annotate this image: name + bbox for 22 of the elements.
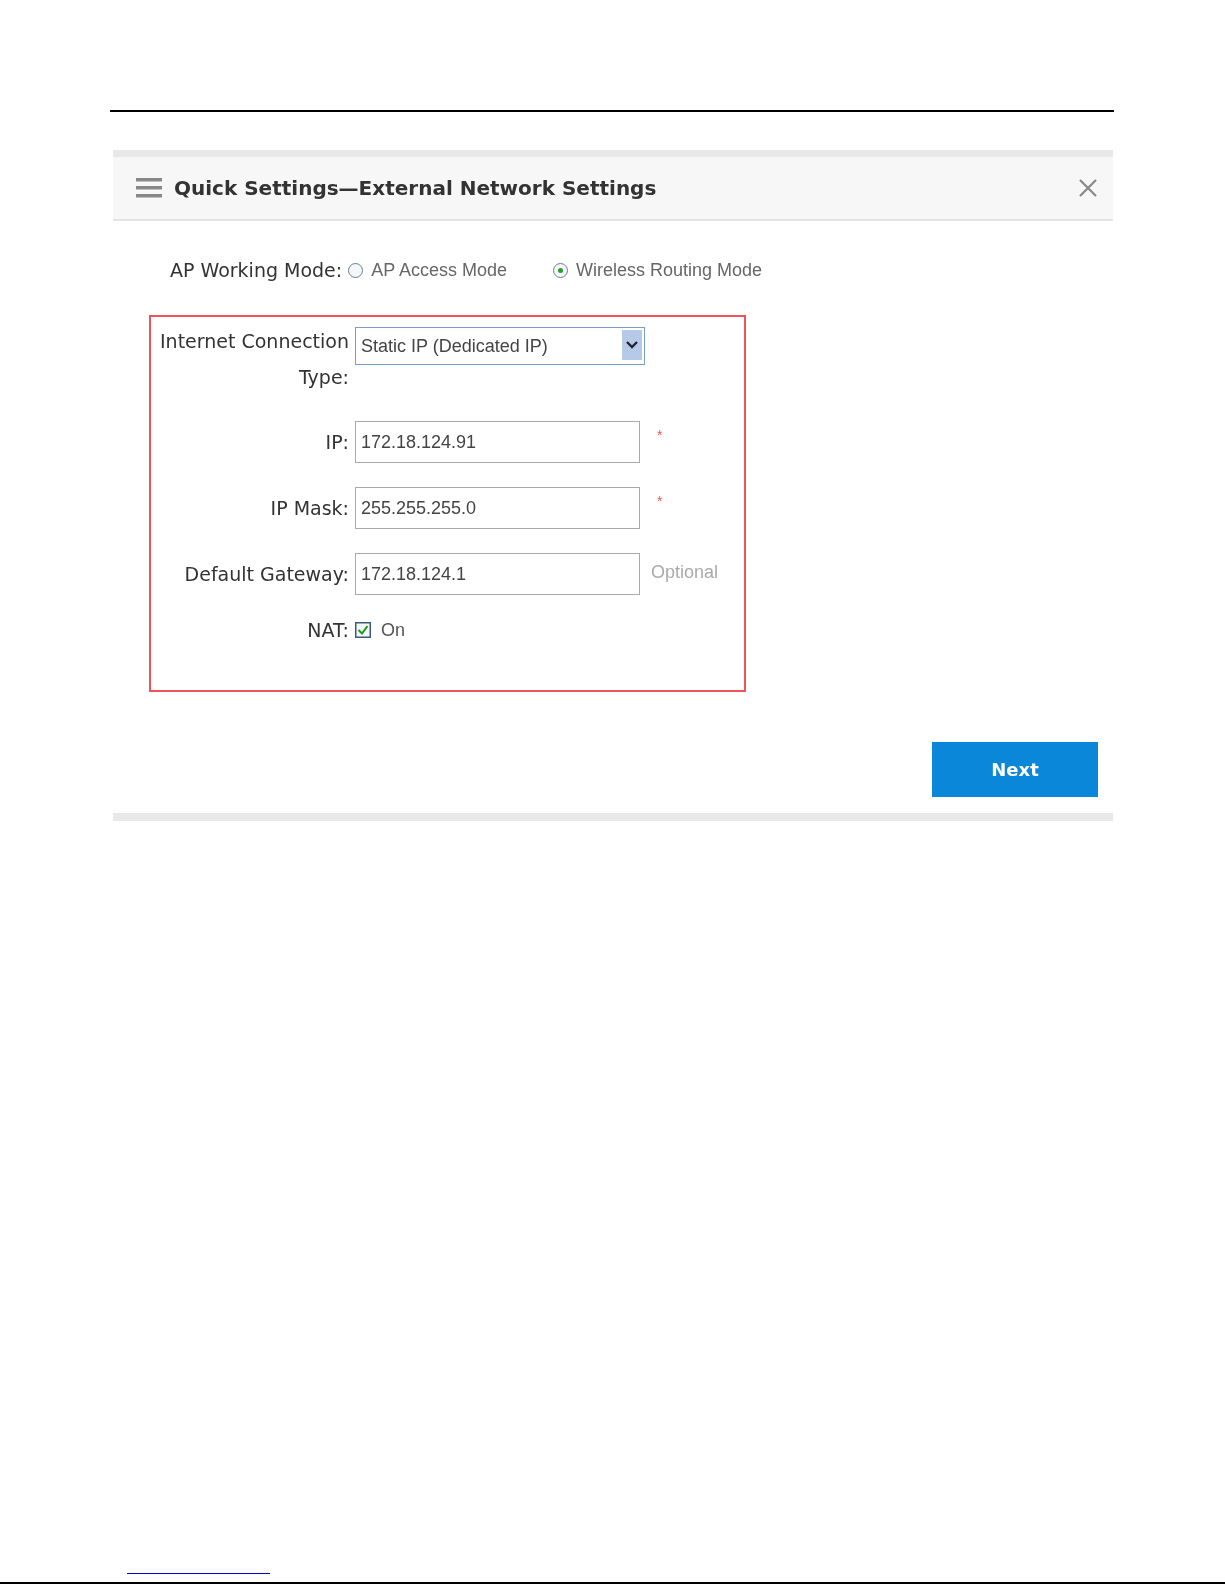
connection-type-dropdown[interactable]: Static IP (Dedicated IP) bbox=[355, 327, 645, 365]
checkbox-label: On bbox=[381, 619, 405, 641]
next-button[interactable]: Next bbox=[932, 742, 1098, 797]
radio-option[interactable]: AP Access Mode bbox=[348, 259, 507, 281]
input-field[interactable]: 255.255.255.0 bbox=[355, 487, 640, 529]
caret-icon bbox=[622, 330, 642, 360]
radio-option[interactable]: Wireless Routing Mode bbox=[552, 259, 763, 281]
input-field[interactable]: 172.18.124.91 bbox=[355, 421, 640, 463]
menu-icon bbox=[136, 178, 162, 198]
close-icon[interactable] bbox=[1079, 179, 1097, 197]
field-label: NAT: bbox=[306, 619, 349, 641]
required-mark: * bbox=[657, 427, 664, 443]
field-label: IP Mask: bbox=[269, 496, 349, 521]
dialog-title: Quick Settings—External Network Settings bbox=[174, 176, 658, 200]
hint-text: Optional bbox=[651, 562, 720, 583]
field-label: IP: bbox=[324, 430, 349, 455]
required-mark: * bbox=[657, 493, 664, 509]
field-label: Internet Connection Type: bbox=[159, 329, 349, 390]
input-field[interactable]: 172.18.124.1 bbox=[355, 553, 640, 595]
field-label: Default Gateway: bbox=[183, 562, 349, 587]
checkbox[interactable] bbox=[355, 622, 371, 638]
field-label: AP Working Mode: bbox=[170, 259, 343, 281]
